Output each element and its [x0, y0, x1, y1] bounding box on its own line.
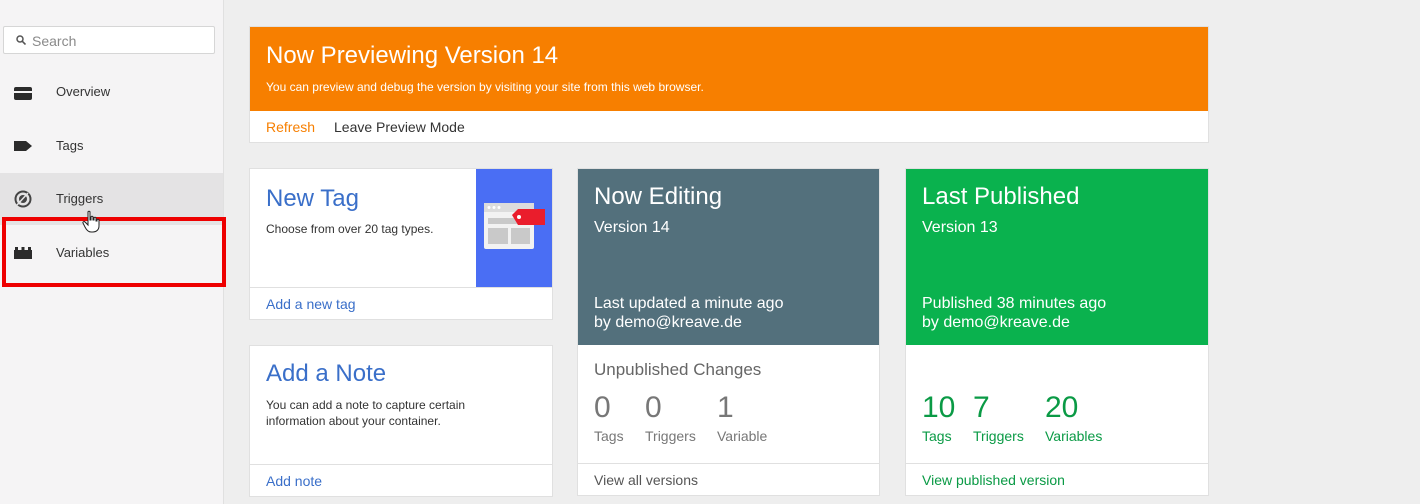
add-new-tag-link[interactable]: Add a new tag: [266, 296, 356, 312]
refresh-link[interactable]: Refresh: [266, 119, 315, 135]
now-editing-header: Now Editing Version 14 Last updated a mi…: [578, 169, 879, 345]
now-editing-title: Now Editing: [594, 183, 723, 210]
sidebar-item-label: Triggers: [56, 191, 104, 206]
add-note-footer: Add note: [250, 464, 552, 496]
view-all-versions-link[interactable]: View all versions: [594, 472, 698, 488]
search-icon: [16, 35, 26, 45]
preview-banner-header: Now Previewing Version 14 You can previe…: [250, 27, 1208, 111]
preview-subtitle: You can preview and debug the version by…: [266, 80, 704, 94]
preview-banner: Now Previewing Version 14 You can previe…: [249, 26, 1209, 143]
stat-triggers[interactable]: 7 Triggers: [973, 391, 1024, 444]
now-editing-version: Version 14: [594, 219, 670, 236]
now-editing-card: Now Editing Version 14 Last updated a mi…: [577, 168, 880, 496]
sidebar-item-label: Tags: [56, 138, 84, 153]
stat-label: Triggers: [973, 428, 1024, 444]
stat-tags[interactable]: 10 Tags: [922, 391, 955, 444]
stat-triggers[interactable]: 0 Triggers: [645, 391, 696, 444]
last-published-card: Last Published Version 13 Published 38 m…: [905, 168, 1209, 496]
tag-icon: [14, 141, 32, 151]
leave-preview-link[interactable]: Leave Preview Mode: [334, 119, 465, 135]
updated-time: Last updated a minute ago: [594, 295, 784, 312]
search-placeholder: Search: [32, 33, 77, 49]
unpublished-changes-label: Unpublished Changes: [594, 360, 762, 379]
add-note-description: You can add a note to capture certain in…: [266, 398, 466, 428]
last-published-title: Last Published: [922, 183, 1080, 210]
last-published-updated: Published 38 minutes ago by demo@kreave.…: [922, 294, 1106, 332]
stat-number: 0: [594, 391, 611, 424]
highlight-annotation: [2, 217, 226, 287]
stat-number: 7: [973, 391, 990, 424]
stat-tags[interactable]: 0 Tags: [594, 391, 624, 444]
add-note-card[interactable]: Add a Note You can add a note to capture…: [249, 345, 553, 497]
briefcase-icon: [14, 87, 32, 100]
last-published-header: Last Published Version 13 Published 38 m…: [906, 169, 1208, 345]
stat-number: 10: [922, 391, 956, 424]
search-input[interactable]: Search: [3, 26, 215, 54]
new-tag-footer: Add a new tag: [250, 287, 552, 319]
stat-label: Triggers: [645, 428, 696, 444]
new-tag-card[interactable]: New Tag Choose from over 20 tag types. A…: [249, 168, 553, 320]
stat-label: Tags: [594, 428, 624, 444]
stat-variables[interactable]: 1 Variable: [717, 391, 767, 444]
stat-label: Variable: [717, 428, 768, 444]
published-by: by demo@kreave.de: [922, 314, 1070, 331]
stat-label: Variables: [1045, 428, 1103, 444]
add-note-link[interactable]: Add note: [266, 473, 322, 489]
stat-number: 20: [1045, 391, 1079, 424]
trigger-icon: [14, 190, 32, 208]
stat-variables[interactable]: 20 Variables: [1045, 391, 1102, 444]
stat-label: Tags: [922, 428, 952, 444]
last-published-footer: View published version: [906, 463, 1208, 495]
hand-cursor-icon: [82, 210, 100, 233]
preview-title: Now Previewing Version 14: [266, 42, 559, 69]
view-published-version-link[interactable]: View published version: [922, 472, 1065, 488]
browser-tag-icon: [484, 203, 545, 249]
last-published-version: Version 13: [922, 219, 998, 236]
add-note-title[interactable]: Add a Note: [266, 360, 386, 388]
sidebar-item-tags[interactable]: Tags: [0, 120, 223, 172]
now-editing-footer: View all versions: [578, 463, 879, 495]
tag-illustration: [476, 169, 552, 287]
sidebar-item-label: Overview: [56, 84, 111, 99]
stat-number: 1: [717, 391, 734, 424]
new-tag-description: Choose from over 20 tag types.: [266, 222, 434, 236]
published-time: Published 38 minutes ago: [922, 295, 1107, 312]
new-tag-title[interactable]: New Tag: [266, 185, 359, 213]
stat-number: 0: [645, 391, 662, 424]
sidebar-item-overview[interactable]: Overview: [0, 66, 223, 118]
now-editing-updated: Last updated a minute ago by demo@kreave…: [594, 294, 783, 332]
updated-by: by demo@kreave.de: [594, 314, 742, 331]
